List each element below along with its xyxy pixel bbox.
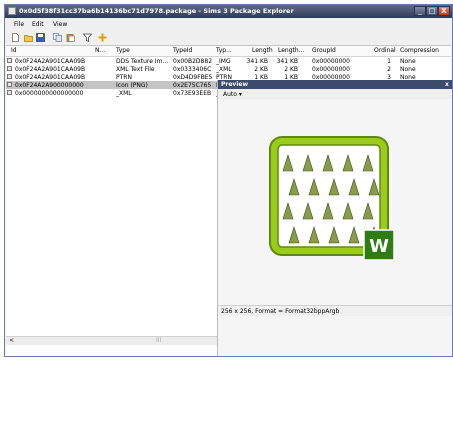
col-length[interactable]: Length: [252, 47, 273, 54]
cell-length2: 341 KB: [276, 58, 298, 65]
cell-id: 0x0F24A2A900000000: [15, 82, 84, 89]
cell-length: 2 KB: [254, 66, 268, 73]
save-icon[interactable]: [36, 33, 45, 42]
app-window: 0x0d5f38f31cc37ba6b14136bc71d7978.packag…: [4, 4, 453, 357]
cell-type: DDS Texture Im...: [116, 58, 169, 65]
scroll-thumb-grip[interactable]: III: [156, 337, 161, 344]
col-name[interactable]: N...: [95, 47, 105, 54]
cell-ordinal: 1: [387, 58, 391, 65]
table-header: Id N... Type TypeId Typ... Length Length…: [6, 46, 451, 57]
cell-typeid: 0x00B2D882: [173, 58, 213, 65]
cell-type: PTRN: [116, 74, 132, 81]
window-title: 0x0d5f38f31cc37ba6b14136bc71d7978.packag…: [19, 7, 294, 15]
table-row[interactable]: 0x0F24A2A901CAA09B XML Text File 0x0333406…: [6, 65, 451, 73]
preview-title-bar: Preview x: [218, 80, 452, 89]
preview-close-button[interactable]: x: [445, 81, 449, 88]
col-groupid[interactable]: GroupId: [312, 47, 336, 54]
preview-panel: Preview x Auto ▾ W 256 x 256, Format = F…: [217, 80, 452, 356]
col-ordinal[interactable]: Ordinal: [374, 47, 396, 54]
pattern-icon: [7, 74, 12, 79]
menu-edit[interactable]: Edit: [32, 21, 44, 28]
close-button[interactable]: X: [438, 6, 450, 16]
col-tag[interactable]: Typ...: [216, 47, 232, 54]
cell-compression: None: [400, 66, 416, 73]
new-file-icon[interactable]: [11, 33, 20, 42]
col-typeid[interactable]: TypeId: [173, 47, 192, 54]
image-info: 256 x 256, Format = Format32bppArgb: [221, 308, 340, 315]
minimize-button[interactable]: _: [414, 6, 426, 16]
cell-ordinal: 2: [387, 66, 391, 73]
cell-groupid: 0x00000000: [312, 58, 350, 65]
filter-icon[interactable]: [83, 33, 92, 42]
xml-file-icon: [7, 66, 12, 71]
cell-tag: _IMG: [216, 58, 231, 65]
cell-typeid: 0x2E75C765: [173, 82, 212, 89]
cell-typeid: 0xD4D9FBE5: [173, 74, 213, 81]
cell-typeid: 0x73E93EEB: [173, 90, 212, 97]
cell-length2: 2 KB: [284, 66, 298, 73]
col-type[interactable]: Type: [116, 47, 130, 54]
cell-id: 0x0F24A2A901CAA09B: [15, 74, 86, 81]
cell-id: 0x0F24A2A901CAA09B: [15, 58, 86, 65]
copy-icon[interactable]: [53, 33, 62, 42]
cell-length: 341 KB: [246, 58, 268, 65]
horizontal-scrollbar[interactable]: < III: [6, 336, 218, 345]
preview-image: W: [269, 136, 395, 261]
menu-file[interactable]: File: [14, 21, 24, 28]
cell-type: _XML: [116, 90, 132, 97]
menu-view[interactable]: View: [53, 21, 67, 28]
png-icon: [7, 82, 12, 87]
cell-id: 0x0000000000000000: [15, 90, 84, 97]
preview-status-bar: 256 x 256, Format = Format32bppArgb: [218, 305, 452, 316]
cell-compression: None: [400, 58, 416, 65]
open-folder-icon[interactable]: [24, 33, 33, 42]
add-icon[interactable]: [98, 33, 107, 42]
scroll-left-arrow[interactable]: <: [9, 337, 14, 344]
zoom-dropdown[interactable]: Auto ▾: [223, 91, 242, 98]
cell-type: XML Text File: [116, 66, 155, 73]
cell-typeid: 0x0333406C: [173, 66, 212, 73]
menu-bar: File Edit View: [5, 19, 452, 31]
texture-icon: [7, 58, 12, 63]
cell-tag: _XML: [216, 66, 232, 73]
paste-icon[interactable]: [66, 33, 75, 42]
cell-type: Icon (PNG): [116, 82, 148, 89]
xml-file-icon: [7, 90, 12, 95]
cell-groupid: 0x00000000: [312, 66, 350, 73]
toolbar: [5, 31, 452, 45]
preview-toolbar: Auto ▾: [218, 89, 452, 99]
col-length2[interactable]: Length...: [278, 47, 304, 54]
col-compression[interactable]: Compression: [400, 47, 439, 54]
badge-letter: W: [369, 236, 389, 257]
title-bar[interactable]: 0x0d5f38f31cc37ba6b14136bc71d7978.packag…: [5, 5, 452, 18]
cell-id: 0x0F24A2A901CAA09B: [15, 66, 86, 73]
maximize-button[interactable]: □: [426, 6, 438, 16]
app-icon: [8, 7, 16, 15]
table-row[interactable]: 0x0F24A2A901CAA09B DDS Texture Im... 0x00B…: [6, 57, 451, 65]
col-id[interactable]: Id: [11, 47, 17, 54]
preview-title: Preview: [221, 81, 249, 88]
